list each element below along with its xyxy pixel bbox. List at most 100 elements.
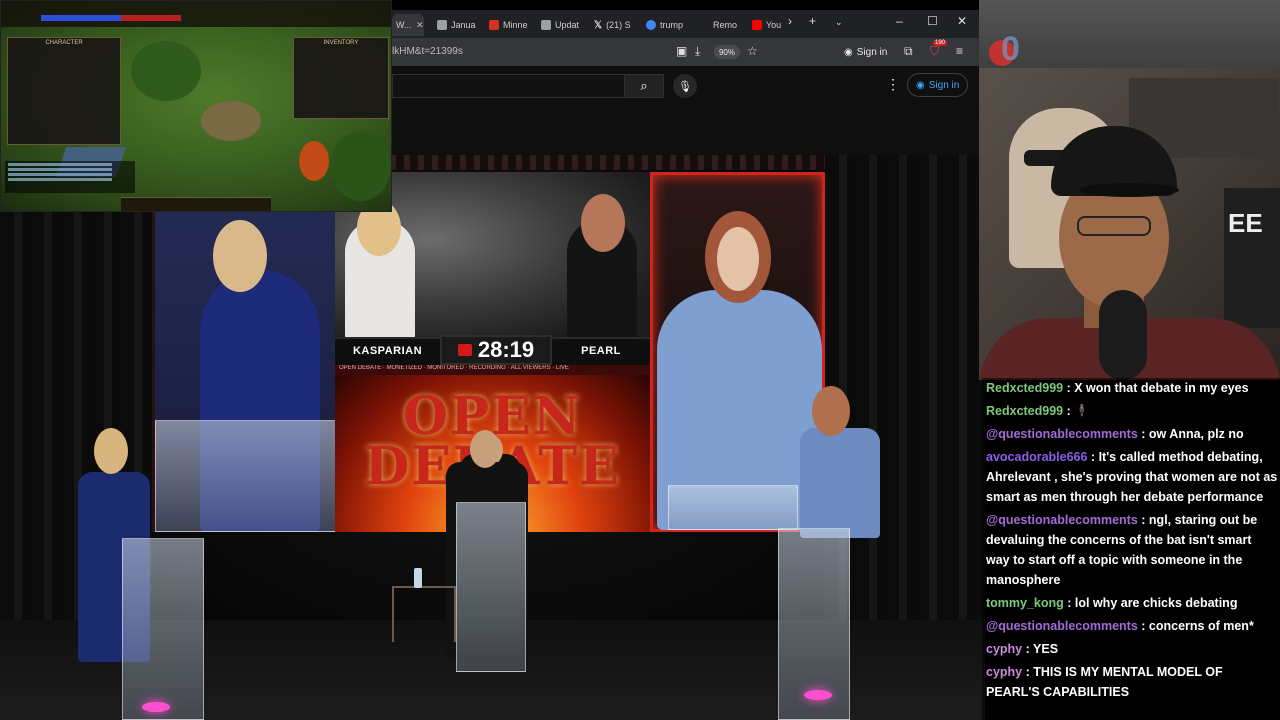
tab-label: Minne <box>503 20 528 30</box>
podium-right-light <box>804 690 832 700</box>
signin-button[interactable]: ◉ Sign in <box>907 73 969 97</box>
chevron-right-icon[interactable]: › <box>788 14 792 28</box>
chat-username[interactable]: Redxcted999 <box>986 381 1063 395</box>
game-inventory-panel: INVENTORY <box>293 37 389 119</box>
voice-search-button[interactable]: 🎙 <box>673 74 697 98</box>
game-chat-log <box>5 161 135 193</box>
moderator-head <box>470 430 500 468</box>
game-mana-bar <box>41 15 121 21</box>
search-input[interactable] <box>392 74 624 98</box>
game-hotbar <box>121 197 271 211</box>
speaker-pearl-head <box>812 386 850 436</box>
shield-icon[interactable]: ⛉ <box>930 44 939 59</box>
game-character-panel: CHARACTER <box>7 37 121 145</box>
search-button[interactable]: ⌕ <box>624 74 664 98</box>
speaker-pearl <box>800 428 880 538</box>
document-icon <box>541 20 551 30</box>
podium-left-light <box>142 702 170 712</box>
tab-list-icon[interactable]: ⌄ <box>835 17 843 28</box>
chat-message: cyphy : THIS IS MY MENTAL MODEL OF PEARL… <box>986 665 1223 699</box>
water-bottle <box>414 568 422 588</box>
tab-label: You <box>766 20 782 30</box>
podium-center <box>456 502 526 672</box>
maple-flag-icon <box>457 344 472 356</box>
tab-label: Updat <box>555 20 580 30</box>
microphone <box>1099 290 1147 380</box>
game-tree <box>331 131 391 201</box>
chat-message: Redxcted999 : 🕴 <box>986 404 1090 418</box>
chat-message: avocadorable666 : It's called method deb… <box>986 450 1278 504</box>
poster-text: EE <box>1228 208 1263 238</box>
extensions-icon[interactable]: ⧉ <box>904 44 913 59</box>
chat-username[interactable]: @questionablecomments <box>986 427 1138 441</box>
minimize-icon[interactable]: – <box>896 14 903 28</box>
signin-label: Sign in <box>928 79 960 91</box>
chat-username[interactable]: Redxcted999 <box>986 404 1063 418</box>
zoom-level[interactable]: 90% <box>714 45 740 59</box>
tab-1[interactable]: Janua <box>437 14 479 36</box>
chat-username[interactable]: @questionablecomments <box>986 619 1138 633</box>
address-bar-text[interactable]: lkHM&t=21399s <box>392 46 463 57</box>
cap-brim <box>1079 183 1179 197</box>
close-icon[interactable]: ✕ <box>416 20 424 31</box>
toolbar-signin-label: Sign in <box>856 46 888 58</box>
account-icon: ◉ <box>916 79 925 91</box>
bookmark-star-icon[interactable]: ☆ <box>747 44 758 58</box>
more-options-icon[interactable]: ⋮ <box>886 76 900 93</box>
chat-username[interactable]: tommy_kong <box>986 596 1064 610</box>
browser-window: W... ✕ Janua Minne Updat 𝕏 (21) S trump … <box>392 10 979 155</box>
tab-6[interactable]: Remo <box>713 14 741 36</box>
stream-counter: 0 <box>1001 30 1020 68</box>
chat-username[interactable]: cyphy <box>986 642 1022 656</box>
new-tab-icon[interactable]: + <box>809 14 816 28</box>
browser-toolbar: lkHM&t=21399s ▣ ⤓ 90% ☆ ◉ Sign in ⧉ ⛉ 19… <box>392 38 979 66</box>
reader-view-icon[interactable]: ▣ <box>676 44 687 58</box>
tab-5[interactable]: trump <box>646 14 692 36</box>
game-hud <box>1 1 391 27</box>
tab-7[interactable]: You <box>752 14 782 36</box>
tab-strip: W... ✕ Janua Minne Updat 𝕏 (21) S trump … <box>392 10 979 38</box>
chat-text: X won that debate in my eyes <box>1074 381 1249 395</box>
youtube-page: ⌕ 🎙 ⋮ ◉ Sign in <box>392 66 979 155</box>
stream-video: KASPARIAN 28:19 PEARL OPEN DEBATE · MONE… <box>0 150 985 720</box>
document-icon <box>437 20 447 30</box>
tab-3[interactable]: Updat <box>541 14 583 36</box>
stage-screen-right <box>650 172 825 532</box>
chat-message: tommy_kong : lol why are chicks debating <box>986 596 1238 610</box>
chat-text: 🕴 <box>1074 404 1090 418</box>
nameplate-right: PEARL <box>552 337 650 363</box>
account-icon: ◉ <box>844 46 853 58</box>
tab-2[interactable]: Minne <box>489 14 531 36</box>
game-health-bar <box>121 15 181 21</box>
debate-timer: 28:19 <box>440 335 552 365</box>
webcam-feed: EE <box>979 68 1280 380</box>
chat-username[interactable]: avocadorable666 <box>986 450 1087 464</box>
chat-username[interactable]: @questionablecomments <box>986 513 1138 527</box>
chat-message: Redxcted999 : X won that debate in my ey… <box>986 381 1249 395</box>
chat-text: ow Anna, plz no <box>1148 427 1244 441</box>
game-autumn-tree <box>299 141 329 181</box>
download-icon[interactable]: ⤓ <box>695 44 700 59</box>
tab-label: trump <box>660 20 684 30</box>
news-ticker: OPEN DEBATE · MONETIZED · MONITORED · RE… <box>335 365 650 375</box>
toolbar-signin-button[interactable]: ◉ Sign in <box>844 44 887 60</box>
close-window-icon[interactable]: ✕ <box>957 14 967 28</box>
menu-icon[interactable]: ≡ <box>956 44 963 58</box>
tab-4[interactable]: 𝕏 (21) S <box>594 14 638 36</box>
stage-screen-left <box>152 210 340 532</box>
speaker-kasparian-head <box>94 428 128 474</box>
chat-message: @questionablecomments : concerns of men* <box>986 619 1254 633</box>
search-icon: ⌕ <box>640 78 648 93</box>
tab-label: (21) S <box>606 20 631 30</box>
x-logo-icon: 𝕏 <box>594 19 603 31</box>
chat-username[interactable]: cyphy <box>986 665 1022 679</box>
streamer-glasses <box>1077 216 1151 236</box>
tab-label: W... <box>396 20 412 30</box>
chat-text: lol why are chicks debating <box>1074 596 1238 610</box>
screen-speaker-left-head <box>213 220 267 292</box>
screen-podium-left <box>155 420 340 532</box>
chat-text: concerns of men* <box>1148 619 1254 633</box>
game-path <box>201 101 261 141</box>
maximize-icon[interactable]: ☐ <box>927 14 938 28</box>
google-icon <box>646 20 656 30</box>
